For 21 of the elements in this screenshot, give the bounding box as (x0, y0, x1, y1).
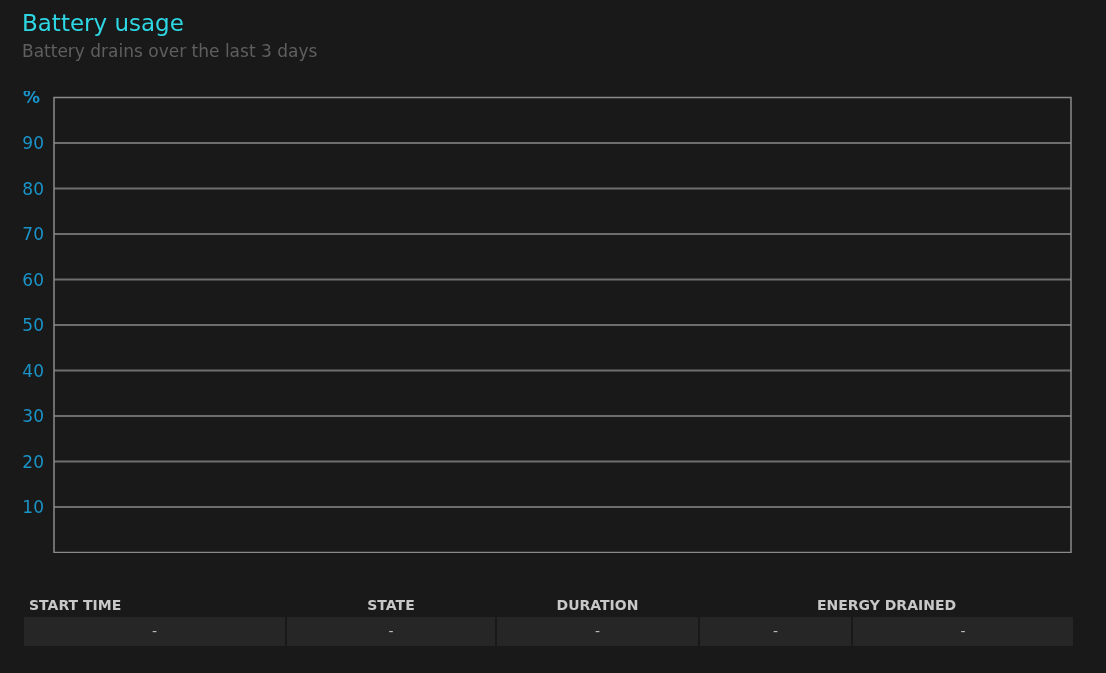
table-cell: - (700, 617, 851, 646)
column-header: START TIME (29, 596, 122, 615)
y-axis-label: % (23, 91, 41, 107)
column-header: ENERGY DRAINED (816, 596, 957, 615)
y-tick-label: 50 (22, 315, 44, 335)
y-tick-label: 70 (22, 224, 44, 244)
y-tick-label: 90 (22, 133, 44, 153)
y-tick-label: 10 (22, 497, 44, 517)
table-cell: - (853, 617, 1073, 646)
y-tick-label: 30 (22, 406, 44, 426)
table-cell: - (497, 617, 698, 646)
y-tick-label: 60 (22, 269, 44, 290)
section-title: Battery usage (22, 9, 184, 37)
y-tick-label: 80 (22, 178, 44, 199)
column-header: DURATION (556, 596, 639, 615)
table-cell: - (24, 617, 285, 646)
y-tick-label: 20 (22, 451, 44, 472)
y-tick-label: 40 (22, 360, 44, 381)
table-cell: - (287, 617, 495, 646)
section-subtitle: Battery drains over the last 3 days (22, 40, 318, 62)
column-header: STATE (367, 596, 415, 615)
